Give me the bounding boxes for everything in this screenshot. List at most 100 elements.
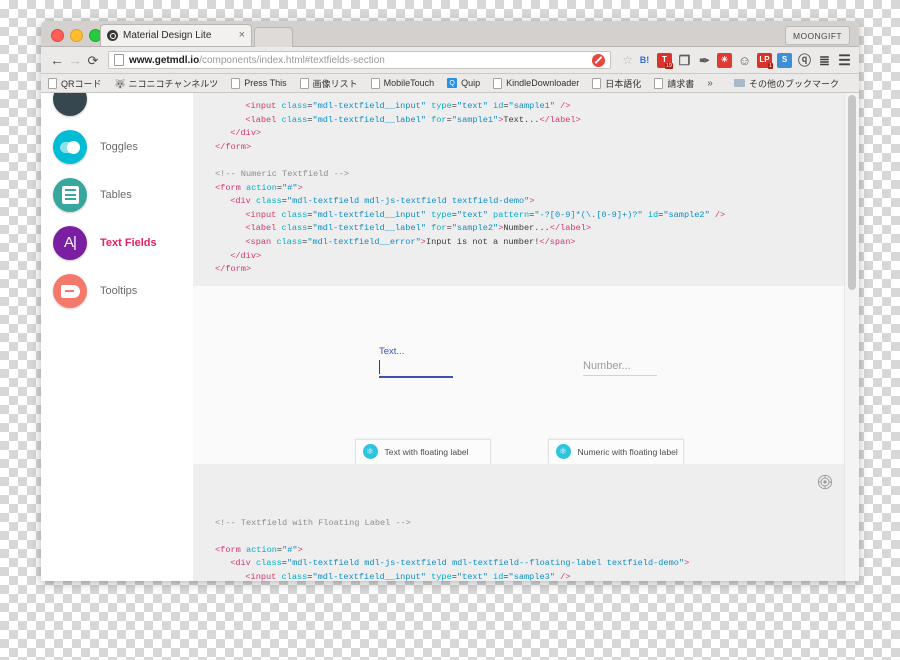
other-bookmarks-label: その他のブックマーク <box>748 78 839 89</box>
sitesucker-icon[interactable]: S <box>777 52 792 68</box>
bookmark-item[interactable]: Press This <box>231 77 287 89</box>
bookmark-item[interactable]: QRコード <box>48 77 102 90</box>
minimize-window-button[interactable] <box>70 29 83 42</box>
address-bar[interactable]: www.getmdl.io/components/index.html#text… <box>108 51 612 69</box>
bookmark-item[interactable]: 請求書 <box>654 77 694 90</box>
browser-tab-active[interactable]: Material Design Lite × <box>100 24 252 46</box>
reload-icon[interactable]: ⟳ <box>84 54 102 67</box>
close-tab-icon[interactable]: × <box>239 30 245 41</box>
codepen-icon: ⚛ <box>362 444 378 460</box>
code-token: <input <box>245 571 282 581</box>
code-token: type <box>431 101 452 111</box>
code-line: <span class="mdl-textfield__error">Input… <box>193 236 845 250</box>
browser-toolbar: ← → ⟳ www.getmdl.io/components/index.htm… <box>41 47 859 74</box>
code-token: Number... <box>503 223 550 234</box>
bookmark-item[interactable]: 🐺 ニコニコチャンネルツ <box>115 77 219 90</box>
code-line: <label class="mdl-textfield__label" for=… <box>193 114 845 128</box>
code-line: </form> <box>193 141 845 155</box>
code-token: Text... <box>503 114 540 125</box>
code-token: "mdl-textfield__label" <box>312 114 426 125</box>
page-icon <box>231 77 241 89</box>
asterisk-icon[interactable]: ✳ <box>717 52 732 68</box>
textfield-demo-area: Text... Number... ⚛ Text with floating l… <box>193 285 845 464</box>
code-token: </div> <box>230 128 262 139</box>
lastpass-icon-wrap[interactable]: LP 1 <box>757 52 773 69</box>
url-text: www.getmdl.io/components/index.html#text… <box>129 55 385 66</box>
new-tab-button[interactable] <box>254 27 293 47</box>
blocked-content-icon[interactable] <box>592 53 606 67</box>
bookmark-item[interactable]: Q Quip <box>447 78 480 88</box>
code-line: <div class="mdl-textfield mdl-js-textfie… <box>193 557 845 571</box>
code-token: <label <box>245 223 282 234</box>
code-token: <div <box>230 196 256 207</box>
code-token: type <box>431 209 452 220</box>
close-window-button[interactable] <box>51 29 64 42</box>
code-token: > <box>297 182 303 193</box>
bookmark-label: Quip <box>461 78 481 88</box>
code-token: > <box>684 558 690 569</box>
sidebar-item-tables[interactable]: Tables <box>41 171 193 219</box>
tab-numeric-floating-label[interactable]: ⚛ Numeric with floating label <box>547 438 684 464</box>
layers-icon[interactable]: ≣ <box>817 53 832 68</box>
tab-strip: Material Design Lite × MOONGIFT <box>41 21 859 47</box>
lastpass-badge: 1 <box>767 62 773 69</box>
tab-label: Text with floating label <box>384 446 469 457</box>
scrollbar-thumb[interactable] <box>848 95 856 290</box>
code-token: <div <box>230 558 256 569</box>
code-line: <div class="mdl-textfield mdl-js-textfie… <box>193 195 845 209</box>
clock-icon[interactable]: ⓠ <box>797 53 812 68</box>
tab-text-floating-label[interactable]: ⚛ Text with floating label <box>354 438 491 464</box>
sidebar-item-toggles[interactable]: Toggles <box>41 123 193 171</box>
sidebar-item-text-fields[interactable]: A| Text Fields <box>41 219 193 267</box>
code-line: <form action="#"> <box>193 182 845 196</box>
code-token: <form <box>215 182 246 193</box>
code-line: <label class="mdl-textfield__label" for=… <box>193 222 845 236</box>
quip-icon: Q <box>447 78 458 88</box>
code-token: type <box>431 571 452 581</box>
todoist-badge: 19 <box>664 62 673 69</box>
bookmark-star-icon[interactable]: ☆ <box>622 53 633 67</box>
bookmark-label: 請求書 <box>667 78 695 89</box>
window-controls[interactable] <box>51 29 102 42</box>
number-field-placeholder: Number... <box>583 359 631 372</box>
code-line: </form> <box>193 263 845 277</box>
todoist-icon-wrap[interactable]: T 19 <box>657 52 673 69</box>
other-bookmarks-folder[interactable]: その他のブックマーク <box>733 77 839 90</box>
text-field-focused[interactable]: Text... <box>379 346 453 378</box>
code-token: id <box>647 209 659 220</box>
smile-icon[interactable]: ☺ <box>737 53 752 68</box>
code-token: Input is not a number! <box>425 236 540 247</box>
eyedropper-icon[interactable]: ✒ <box>697 53 712 68</box>
bookmark-item[interactable]: MobileTouch <box>370 77 434 89</box>
back-icon[interactable]: ← <box>48 53 66 67</box>
page-icon <box>592 77 602 89</box>
text-cursor <box>379 359 380 374</box>
bookmark-item[interactable]: KindleDownloader <box>493 77 579 89</box>
code-line: <!-- Numeric Textfield --> <box>193 168 845 182</box>
bookmark-item[interactable]: 日本語化 <box>592 77 641 90</box>
bookmark-item[interactable]: 画像リスト <box>299 77 358 90</box>
code-token: /> <box>554 101 571 111</box>
window-stack-icon[interactable]: ❐ <box>677 53 692 68</box>
chrome-menu-icon[interactable]: ☰ <box>837 53 852 68</box>
page-icon <box>114 54 124 66</box>
settings-target-icon[interactable] <box>817 474 833 490</box>
code-token: class <box>281 223 308 234</box>
code-token: class <box>281 571 308 581</box>
sidebar-item-tooltips[interactable]: Tooltips <box>41 267 193 315</box>
code-line: <input class="mdl-textfield__input" type… <box>193 100 845 114</box>
profile-button[interactable]: MOONGIFT <box>785 26 850 45</box>
code-token: "sample2" <box>663 209 710 220</box>
code-token: "text" <box>456 571 488 581</box>
hatena-bookmark-icon[interactable]: B! <box>637 53 652 68</box>
page-scrollbar[interactable] <box>844 93 859 581</box>
bookmark-label: 画像リスト <box>312 78 358 89</box>
bookmark-label: QRコード <box>61 78 102 89</box>
code-token: for <box>431 223 447 234</box>
number-field[interactable]: Number... <box>583 360 657 376</box>
bookmark-label: ニコニコチャンネルツ <box>128 78 219 89</box>
bookmarks-overflow-icon[interactable]: » <box>707 78 713 89</box>
sidebar-item-partial[interactable] <box>41 93 193 123</box>
component-content: <input class="mdl-textfield__input" type… <box>193 93 845 581</box>
